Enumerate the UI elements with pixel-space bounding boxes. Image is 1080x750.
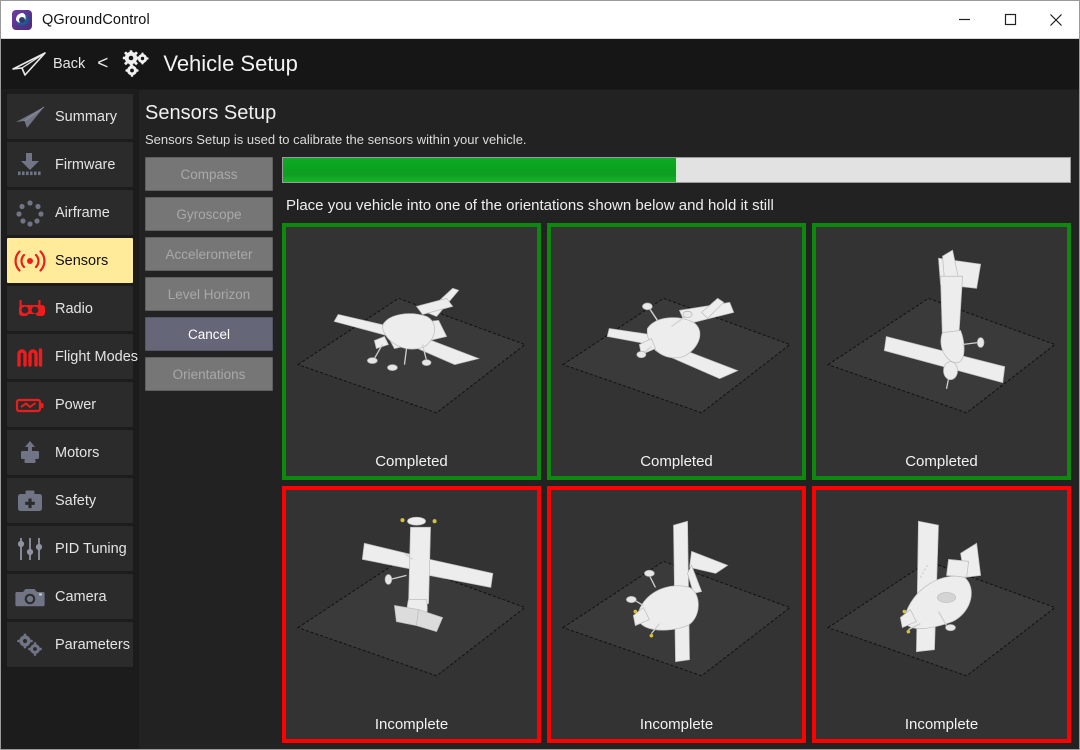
sidebar-item-firmware[interactable]: Firmware bbox=[7, 142, 133, 187]
orientation-status-label: Completed bbox=[375, 452, 448, 470]
paper-plane-icon bbox=[13, 102, 47, 132]
sliders-icon bbox=[13, 534, 47, 564]
vehicle-3d-view-left-side bbox=[551, 490, 802, 709]
sidebar-item-label: Safety bbox=[55, 492, 97, 509]
firmware-download-icon bbox=[13, 150, 47, 180]
orientation-status-label: Completed bbox=[640, 452, 713, 470]
orientation-cell-nose-up[interactable]: Incomplete bbox=[282, 486, 541, 743]
window-title: QGroundControl bbox=[42, 11, 150, 28]
sidebar-item-sensors[interactable]: Sensors bbox=[7, 238, 133, 283]
calibration-progress-fill bbox=[283, 158, 677, 182]
orientation-status-label: Incomplete bbox=[639, 715, 714, 733]
orientation-cell-level[interactable]: Completed bbox=[282, 223, 541, 480]
gears-icon bbox=[13, 630, 47, 660]
motors-icon bbox=[13, 438, 47, 468]
calibration-button-column: Compass Gyroscope Accelerometer Level Ho… bbox=[145, 157, 273, 749]
sidebar-item-label: Flight Modes bbox=[55, 348, 139, 365]
calibration-area: Compass Gyroscope Accelerometer Level Ho… bbox=[145, 157, 1071, 749]
close-icon[interactable] bbox=[1033, 1, 1079, 38]
camera-icon bbox=[13, 582, 47, 612]
window-controls bbox=[941, 1, 1079, 38]
sidebar-item-summary[interactable]: Summary bbox=[7, 94, 133, 139]
vehicle-3d-view-nose-down bbox=[816, 227, 1067, 446]
vehicle-3d-view-nose-up bbox=[286, 490, 537, 709]
sidebar-item-label: Sensors bbox=[55, 252, 109, 269]
cancel-button[interactable]: Cancel bbox=[145, 317, 273, 351]
orientation-cell-right-side[interactable]: Incomplete bbox=[812, 486, 1071, 743]
body-container: Summary Firmware Airframe Sensors Radio … bbox=[1, 90, 1079, 749]
paper-plane-icon[interactable] bbox=[9, 49, 49, 79]
orientations-button[interactable]: Orientations bbox=[145, 357, 273, 391]
sidebar-item-label: Parameters bbox=[55, 636, 130, 653]
sidebar-item-motors[interactable]: Motors bbox=[7, 430, 133, 475]
calibration-right-pane: Place you vehicle into one of the orient… bbox=[282, 157, 1071, 749]
sidebar-item-label: Firmware bbox=[55, 156, 116, 173]
orientation-grid: Completed Completed Completed Incomplete… bbox=[282, 223, 1071, 749]
section-title: Sensors Setup bbox=[145, 102, 277, 124]
qgroundcontrol-logo-icon bbox=[12, 9, 32, 30]
back-button-label[interactable]: Back bbox=[53, 56, 85, 72]
window-titlebar: QGroundControl bbox=[1, 1, 1079, 39]
sidebar-item-label: Motors bbox=[55, 444, 100, 461]
radio-controller-icon bbox=[13, 294, 47, 324]
orientation-status-label: Incomplete bbox=[374, 715, 449, 733]
airframe-dots-icon bbox=[13, 198, 47, 228]
instruction-text: Place you vehicle into one of the orient… bbox=[286, 197, 774, 214]
sidebar-item-label: Airframe bbox=[55, 204, 110, 221]
sensors-setup-panel: Sensors Setup Sensors Setup is used to c… bbox=[139, 90, 1079, 749]
orientation-cell-upside-down[interactable]: Completed bbox=[547, 223, 806, 480]
sidebar-item-label: Camera bbox=[55, 588, 107, 605]
sidebar-item-radio[interactable]: Radio bbox=[7, 286, 133, 331]
sidebar-item-label: PID Tuning bbox=[55, 540, 127, 557]
sensors-signal-icon bbox=[13, 246, 47, 276]
setup-sidebar: Summary Firmware Airframe Sensors Radio … bbox=[1, 90, 139, 749]
sidebar-item-flight-modes[interactable]: Flight Modes bbox=[7, 334, 138, 379]
compass-calibration-button[interactable]: Compass bbox=[145, 157, 273, 191]
application-window: QGroundControl Back < Vehicle Setup Summ… bbox=[0, 0, 1080, 750]
sidebar-item-camera[interactable]: Camera bbox=[7, 574, 133, 619]
orientation-cell-left-side[interactable]: Incomplete bbox=[547, 486, 806, 743]
maximize-icon[interactable] bbox=[987, 1, 1033, 38]
sidebar-item-airframe[interactable]: Airframe bbox=[7, 190, 133, 235]
sidebar-item-label: Radio bbox=[55, 300, 93, 317]
sidebar-item-label: Power bbox=[55, 396, 97, 413]
qgc-toolbar: Back < Vehicle Setup bbox=[1, 39, 1079, 90]
minimize-icon[interactable] bbox=[941, 1, 987, 38]
sidebar-item-safety[interactable]: Safety bbox=[7, 478, 133, 523]
flight-modes-wave-icon bbox=[13, 342, 47, 372]
gears-icon bbox=[120, 49, 154, 79]
orientation-status-label: Incomplete bbox=[904, 715, 979, 733]
sidebar-item-power[interactable]: Power bbox=[7, 382, 133, 427]
orientation-status-label: Completed bbox=[905, 452, 978, 470]
vehicle-3d-view-right-side bbox=[816, 490, 1067, 709]
section-subtitle: Sensors Setup is used to calibrate the s… bbox=[145, 132, 527, 147]
safety-kit-icon bbox=[13, 486, 47, 516]
level-horizon-calibration-button[interactable]: Level Horizon bbox=[145, 277, 273, 311]
accelerometer-calibration-button[interactable]: Accelerometer bbox=[145, 237, 273, 271]
gyroscope-calibration-button[interactable]: Gyroscope bbox=[145, 197, 273, 231]
sidebar-item-pid-tuning[interactable]: PID Tuning bbox=[7, 526, 133, 571]
orientation-cell-nose-down[interactable]: Completed bbox=[812, 223, 1071, 480]
chevron-left-icon: < bbox=[97, 53, 109, 74]
calibration-progress-bar bbox=[282, 157, 1071, 183]
sidebar-item-parameters[interactable]: Parameters bbox=[7, 622, 133, 667]
battery-power-icon bbox=[13, 390, 47, 420]
vehicle-3d-view-level bbox=[286, 227, 537, 446]
sidebar-item-label: Summary bbox=[55, 108, 118, 125]
vehicle-3d-view-upside-down bbox=[551, 227, 802, 446]
page-title: Vehicle Setup bbox=[163, 51, 298, 76]
